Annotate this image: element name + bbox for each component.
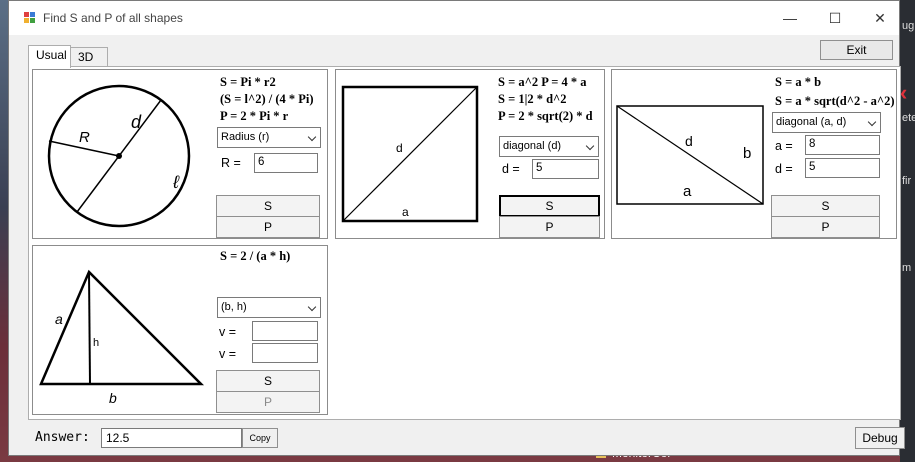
radius-input[interactable]: 6	[254, 153, 318, 173]
formula-line: P = 2 * sqrt(2) * d	[498, 109, 593, 123]
formula-line: (S = l^2) / (4 * Pi)	[220, 92, 314, 106]
triangle-diagram: a h b	[39, 269, 205, 406]
answer-label: Answer:	[35, 430, 90, 445]
field-label: v =	[219, 325, 237, 339]
area-button[interactable]: S	[216, 370, 320, 392]
square-mode-select[interactable]: diagonal (d)	[499, 136, 599, 157]
maximize-button[interactable]: ☐	[820, 6, 850, 30]
field-label: a =	[775, 139, 793, 153]
height-input[interactable]	[252, 343, 318, 363]
height-label: h	[93, 337, 99, 349]
triangle-mode-select[interactable]: (b, h)	[217, 297, 321, 318]
diagonal-input[interactable]: 5	[532, 159, 599, 179]
formula-line: S = 1|2 * d^2	[498, 92, 567, 106]
base-label: b	[109, 390, 117, 406]
rectangle-mode-select[interactable]: diagonal (a, d)	[772, 112, 881, 133]
tab-usual[interactable]: Usual	[28, 45, 71, 68]
side-a-label: a	[55, 311, 63, 327]
field-label: v =	[219, 347, 237, 361]
formula-line: S = a * b	[775, 75, 822, 89]
select-value: Radius (r)	[221, 131, 270, 143]
side-b-label: b	[743, 145, 751, 162]
bg-snippet: ug	[902, 20, 915, 32]
tab-panel-usual: R d ℓ S = Pi * r2 (S = l^2) / (4 * Pi) P…	[28, 66, 901, 420]
perimeter-button[interactable]: P	[216, 391, 320, 413]
desktop-background-right: ug ‹ ete fir m	[900, 0, 915, 462]
field-label: d =	[775, 162, 793, 176]
select-value: (b, h)	[221, 301, 247, 313]
field-label: d =	[502, 162, 520, 176]
perimeter-button[interactable]: P	[216, 216, 320, 238]
rectangle-panel: d b a S = a * b S = a * sqrt(d^2 - a^2) …	[611, 69, 897, 239]
perimeter-button[interactable]: P	[499, 216, 600, 238]
app-window: Find S and P of all shapes — ☐ ✕ Usual 3…	[8, 0, 905, 456]
diagonal-input[interactable]: 5	[805, 158, 880, 178]
formula-line: S = Pi * r2	[220, 75, 276, 89]
formula-line: P = 2 * Pi * r	[220, 109, 289, 123]
debug-button[interactable]: Debug	[855, 427, 905, 449]
chevron-down-icon	[307, 132, 317, 142]
diagonal-label: d	[685, 133, 693, 149]
chevron-down-icon	[307, 302, 317, 312]
square-diagram: d a	[341, 85, 479, 223]
formula-line: S = 2 / (a * h)	[220, 249, 291, 263]
select-value: diagonal (d)	[503, 140, 562, 152]
rectangle-diagram: d b a	[616, 105, 764, 205]
tab-3d[interactable]: 3D	[70, 47, 108, 67]
bg-snippet: fir	[902, 175, 912, 187]
diagonal-label: d	[396, 141, 403, 155]
answer-field[interactable]: 12.5	[101, 428, 242, 448]
window-title: Find S and P of all shapes	[43, 11, 183, 25]
circle-mode-select[interactable]: Radius (r)	[217, 127, 321, 148]
formula-line: S = a * sqrt(d^2 - a^2)	[775, 94, 895, 108]
base-input[interactable]	[252, 321, 318, 341]
perimeter-label: ℓ	[172, 172, 180, 192]
chevron-down-icon	[585, 141, 595, 151]
exit-button-label: Exit	[846, 43, 867, 57]
select-value: diagonal (a, d)	[776, 116, 847, 128]
bg-chevron-icon: ‹	[900, 80, 908, 105]
minimize-button[interactable]: —	[775, 6, 805, 30]
side-a-input[interactable]: 8	[805, 135, 880, 155]
close-button[interactable]: ✕	[865, 6, 895, 30]
exit-button[interactable]: Exit	[820, 40, 893, 60]
radius-label: R	[79, 129, 90, 146]
title-bar[interactable]: Find S and P of all shapes — ☐ ✕	[9, 1, 899, 35]
chevron-down-icon	[867, 117, 877, 127]
bg-snippet: m	[902, 262, 912, 274]
square-panel: d a S = a^2 P = 4 * a S = 1|2 * d^2 P = …	[335, 69, 605, 239]
side-label: a	[402, 205, 409, 219]
perimeter-button[interactable]: P	[771, 216, 880, 238]
side-a-label: a	[683, 183, 692, 200]
field-label: R =	[221, 156, 241, 170]
diameter-label: d	[131, 112, 142, 132]
copy-button[interactable]: Copy	[242, 428, 278, 448]
circle-diagram: R d ℓ	[47, 84, 191, 228]
area-button[interactable]: S	[771, 195, 880, 217]
area-button[interactable]: S	[216, 195, 320, 217]
app-icon	[24, 12, 36, 24]
formula-line: S = a^2 P = 4 * a	[498, 75, 587, 89]
circle-panel: R d ℓ S = Pi * r2 (S = l^2) / (4 * Pi) P…	[32, 69, 328, 239]
bg-snippet: ete	[902, 112, 915, 124]
area-button[interactable]: S	[499, 195, 600, 217]
triangle-panel: a h b S = 2 / (a * h) (b, h) v = v = S P	[32, 245, 328, 415]
